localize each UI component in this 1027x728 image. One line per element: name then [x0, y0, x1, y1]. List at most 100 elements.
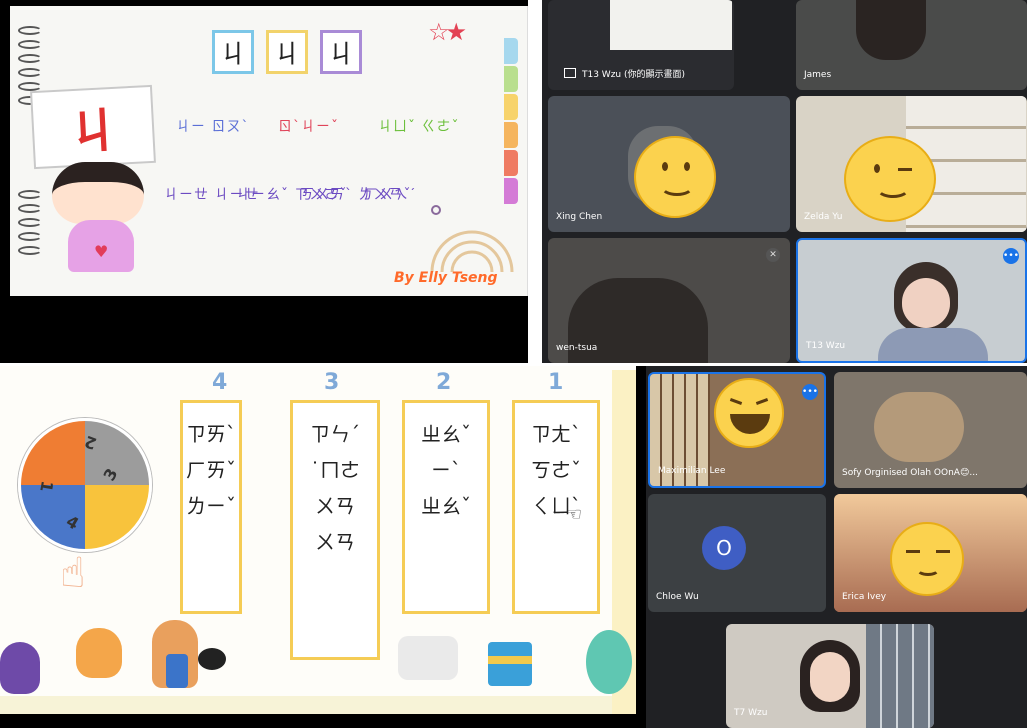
- tile-name: James: [804, 70, 832, 80]
- header-box-1: ㄐ: [212, 30, 254, 74]
- slide-footer-strip: [0, 696, 612, 714]
- purple-monster-icon: [0, 642, 40, 694]
- syllable: ˙ㄇㄜ: [310, 458, 360, 482]
- spiral-ring: [18, 232, 42, 241]
- laptop-cat-icon: [398, 636, 458, 680]
- spiral-ring: [18, 40, 42, 49]
- tile-name: Zelda Yu: [804, 212, 843, 222]
- syllable: ㄨㄢ: [315, 494, 355, 518]
- tile-name: Maximilian Lee: [658, 466, 726, 476]
- video-grid-top: T13 Wzu (你的顯示畫面) James Xing Chen Zelda Y…: [542, 0, 1027, 363]
- smiley-emoji-icon: [634, 136, 716, 218]
- gift-ribbon: [488, 656, 532, 664]
- wheel-number: 1: [36, 479, 57, 494]
- participant-face: [810, 652, 850, 702]
- syllable: ㄗㄤˋ: [531, 422, 581, 446]
- spiral-ring: [18, 26, 42, 35]
- spiral-ring: [18, 246, 42, 255]
- participant-video: [856, 0, 926, 60]
- syllable: ㄧˋ: [431, 458, 461, 482]
- spinner-wheel[interactable]: 3 2 1 4: [18, 418, 152, 552]
- spiral-ring: [18, 54, 42, 63]
- girl-illustration: [52, 162, 144, 224]
- tile-chloe-wu[interactable]: O Chloe Wu: [648, 494, 826, 612]
- card-character: ㄐ: [67, 102, 119, 162]
- syllable: ㄗㄞˋ: [186, 422, 236, 446]
- tile-james[interactable]: James: [796, 0, 1027, 90]
- screen-share-tile[interactable]: T13 Wzu (你的顯示畫面): [548, 0, 734, 90]
- wheel-number: 2: [82, 431, 100, 454]
- syllable: ㄏㄞˇ: [186, 458, 236, 482]
- participant-face: [902, 278, 950, 328]
- green-monster-icon: [586, 630, 632, 694]
- word-7: ㄏㄨㄟˊ ㄐㄧㄚˇ: [364, 188, 424, 202]
- column-number: 3: [324, 370, 340, 395]
- tile-erica-ivey[interactable]: Erica Ivey: [834, 494, 1027, 612]
- page-tab: [504, 122, 518, 148]
- tile-sofy[interactable]: Sofy Orginised Olah OOnA😊...: [834, 372, 1027, 488]
- page-tab: [504, 150, 518, 176]
- spiral-ring: [18, 204, 42, 213]
- column-number: 2: [436, 370, 452, 395]
- avatar: O: [702, 526, 746, 570]
- relieved-emoji-icon: [890, 522, 964, 596]
- tile-zelda-yu[interactable]: Zelda Yu: [796, 96, 1027, 232]
- word-1: ㄐㄧ ㄖㄡˋ: [176, 119, 250, 135]
- stars-icon: ☆★: [428, 18, 467, 46]
- rainbow-icon: [430, 205, 514, 273]
- byline-text: By Elly Tseng: [394, 270, 498, 286]
- syllable: ㄎㄜˇ: [531, 458, 581, 482]
- wheel-number: 3: [99, 464, 122, 485]
- slide-page: 3 2 1 4 ☝ 4 ㄗㄞˋ ㄏㄞˇ ㄌㄧˇ 3 ㄗㄣˊ ˙ㄇㄜ ㄨㄢ ㄨㄢ …: [0, 366, 636, 714]
- orange-cat-icon: [76, 628, 122, 678]
- participant-shoulders: [878, 328, 988, 361]
- tile-xing-chen[interactable]: Xing Chen: [548, 96, 790, 232]
- video-grid-bottom: ••• Maximilian Lee Sofy Orginised Olah O…: [646, 366, 1027, 728]
- screenshot-root: ㄐ ㄐ ㄐ ☆★ ㄐ ♥ ㄐㄧ ㄖㄡˋ ㄖˋㄐㄧˇ ㄐㄩˇ ㄍㄜˇ ㄐㄧㄝ ㄐㄧ…: [0, 0, 1027, 728]
- wheel-number: 4: [62, 511, 83, 534]
- syllable: ㄨㄢ: [315, 530, 355, 554]
- syllable-column-3: ㄗㄣˊ ˙ㄇㄜ ㄨㄢ ㄨㄢ: [290, 400, 380, 660]
- tile-name: Erica Ivey: [842, 592, 887, 602]
- tile-name: Xing Chen: [556, 212, 603, 222]
- bottom-slide-share: 3 2 1 4 ☝ 4 ㄗㄞˋ ㄏㄞˇ ㄌㄧˇ 3 ㄗㄣˊ ˙ㄇㄜ ㄨㄢ ㄨㄢ …: [0, 366, 646, 728]
- tile-t7-wzu[interactable]: T7 Wzu: [726, 624, 934, 728]
- mic-muted-icon: ✕: [766, 248, 780, 262]
- heart-icon: ♥: [94, 242, 109, 261]
- page-tab: [504, 94, 518, 120]
- present-icon: [564, 68, 576, 78]
- frying-pan-icon: [198, 648, 226, 670]
- syllable-column-1: ㄗㄤˋ ㄎㄜˇ ㄑㄩˋ: [512, 400, 600, 614]
- spiral-ring: [18, 82, 42, 91]
- gift-box-icon: [488, 642, 532, 686]
- tile-name: T7 Wzu: [734, 708, 768, 718]
- column-number: 4: [212, 370, 228, 395]
- apron: [166, 654, 188, 688]
- page-tab: [504, 38, 518, 64]
- character-card: ㄐ: [30, 84, 156, 170]
- top-slide-share: ㄐ ㄐ ㄐ ☆★ ㄐ ♥ ㄐㄧ ㄖㄡˋ ㄖˋㄐㄧˇ ㄐㄩˇ ㄍㄜˇ ㄐㄧㄝ ㄐㄧ…: [0, 0, 528, 363]
- spiral-ring: [18, 218, 42, 227]
- syllable-column-2: ㄓㄠˇ ㄧˋ ㄓㄠˇ: [402, 400, 490, 614]
- tile-name: T13 Wzu: [806, 341, 846, 351]
- speaking-indicator-icon: •••: [1003, 248, 1019, 264]
- spiral-ring: [18, 68, 42, 77]
- header-box-2: ㄐ: [266, 30, 308, 74]
- syllable: ㄗㄣˊ: [310, 422, 360, 446]
- laughing-emoji-icon: [714, 378, 784, 448]
- syllable: ㄓㄠˇ: [421, 422, 471, 446]
- tile-wen-tsua[interactable]: ✕ wen-tsua: [548, 238, 790, 363]
- tile-t13-wzu[interactable]: ••• T13 Wzu: [796, 238, 1027, 363]
- syllable: ㄌㄧˇ: [186, 494, 236, 518]
- notebook-page: ㄐ ㄐ ㄐ ☆★ ㄐ ♥ ㄐㄧ ㄖㄡˋ ㄖˋㄐㄧˇ ㄐㄩˇ ㄍㄜˇ ㄐㄧㄝ ㄐㄧ…: [10, 6, 528, 296]
- syllable: ㄓㄠˇ: [421, 494, 471, 518]
- tile-maximilian-lee[interactable]: ••• Maximilian Lee: [648, 372, 826, 488]
- page-tab: [504, 178, 518, 204]
- header-box-3: ㄐ: [320, 30, 362, 74]
- column-number: 1: [548, 370, 564, 395]
- pointing-hand-icon: ☝: [60, 548, 86, 597]
- page-tab: [504, 66, 518, 92]
- tile-name: Sofy Orginised Olah OOnA😊...: [842, 468, 978, 478]
- tile-name: T13 Wzu (你的顯示畫面): [582, 70, 686, 80]
- word-3: ㄐㄩˇ ㄍㄜˇ: [378, 119, 460, 135]
